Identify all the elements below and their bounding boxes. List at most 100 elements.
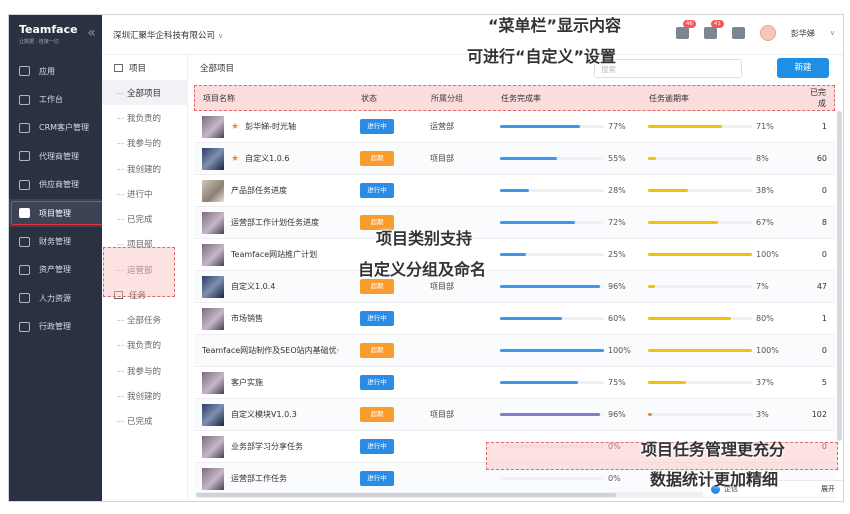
col-done[interactable]: 已完成 — [809, 87, 834, 109]
project-name: 自定义1.0.4 — [231, 282, 276, 291]
col-completion[interactable]: 任务完成率 — [501, 93, 649, 104]
bell-icon[interactable]: 41 — [703, 20, 724, 39]
subnav-item[interactable]: 全部任务 — [102, 307, 187, 332]
sidebar-item-9[interactable]: 行政管理 — [9, 313, 102, 341]
project-group-header[interactable]: 项目 — [102, 55, 187, 80]
done-count: 0 — [821, 186, 827, 195]
project-name-cell[interactable]: 产品部任务进度 — [194, 179, 360, 202]
table-row[interactable]: Teamface网站推广计划 25% 100% 0 — [194, 239, 835, 271]
sidebar-item-5[interactable]: 项目管理 — [9, 198, 106, 228]
overdue-fill — [648, 317, 732, 320]
project-cover — [202, 243, 224, 266]
mail-icon[interactable]: 46 — [675, 20, 696, 39]
overdue-bar — [648, 381, 752, 384]
project-name: 运营部工作计划任务进度 — [231, 218, 319, 227]
collapse-icon[interactable]: « — [87, 25, 96, 41]
search-input[interactable]: 搜索 — [594, 59, 742, 78]
chevron-down-icon[interactable]: ∨ — [830, 29, 835, 37]
subnav-item[interactable]: 已完成 — [102, 409, 187, 434]
crm-icon — [19, 122, 30, 133]
table-row[interactable]: 产品部任务进度 进行中 28% 38% 0 — [194, 175, 835, 207]
subnav-item[interactable]: 我参与的 — [102, 358, 187, 383]
completion-bar — [500, 413, 604, 416]
table-row[interactable]: 自定义模块V1.0.3 超期 项目部 96% 3% 102 — [194, 399, 835, 431]
sidebar-item-label: 财务管理 — [39, 237, 71, 247]
expand-label[interactable]: 展开 — [821, 484, 835, 494]
project-name-cell[interactable]: 运营部工作计划任务进度 — [194, 211, 360, 234]
col-status[interactable]: 状态 — [361, 93, 431, 104]
sidebar-item-4[interactable]: 供应商管理 — [9, 171, 102, 199]
finance-icon — [19, 236, 30, 247]
subnav-item[interactable]: 我参与的 — [102, 131, 187, 156]
project-name-cell[interactable]: Teamface网站推广计划 — [194, 243, 360, 266]
sidebar-item-1[interactable]: 工作台 — [9, 85, 102, 113]
star-icon[interactable]: ★ — [231, 154, 239, 164]
project-name-cell[interactable]: ★ 自定义1.0.6 — [194, 147, 360, 170]
completion-rate: 55% — [608, 154, 626, 163]
book-icon[interactable] — [731, 27, 745, 39]
completion-cell: 55% — [500, 154, 648, 163]
overdue-bar — [648, 221, 752, 224]
username[interactable]: 彭华娣 — [791, 28, 815, 39]
subnav-item[interactable]: 我创建的 — [102, 156, 187, 181]
sidebar-item-2[interactable]: CRM客户管理 — [9, 114, 102, 142]
table-row[interactable]: 运营部工作计划任务进度 超期 72% 67% 8 — [194, 207, 835, 239]
project-name-cell[interactable]: 运营部工作任务 — [194, 467, 360, 490]
overdue-bar — [648, 349, 752, 352]
overdue-fill — [648, 221, 718, 224]
project-name-cell[interactable]: 市场销售 — [194, 307, 360, 330]
project-name-cell[interactable]: 自定义1.0.4 — [194, 275, 360, 298]
company-name: 深圳汇聚华企科技有限公司 — [113, 31, 216, 41]
project-cover — [202, 371, 224, 394]
sidebar-item-0[interactable]: 应用 — [9, 57, 102, 85]
completion-fill — [500, 125, 581, 128]
col-name[interactable]: 项目名称 — [195, 93, 361, 104]
subnav-item[interactable]: 进行中 — [102, 181, 187, 206]
col-group[interactable]: 所属分组 — [431, 93, 501, 104]
table-row[interactable]: 市场销售 进行中 60% 80% 1 — [194, 303, 835, 335]
sidebar-item-7[interactable]: 资产管理 — [9, 256, 102, 284]
completion-bar — [500, 349, 604, 352]
table-row[interactable]: 客户实施 进行中 75% 37% 5 — [194, 367, 835, 399]
status-cell: 超期 — [360, 279, 430, 294]
star-icon[interactable]: ★ — [231, 122, 239, 132]
desktop-icon — [19, 94, 30, 105]
main-content: 全部项目 搜索 新建 项目名称 状态 所属分组 任务完成率 任务逾期率 已完成 … — [188, 55, 843, 501]
subnav-item[interactable]: 已完成 — [102, 206, 187, 231]
project-name-cell[interactable]: 客户实施 — [194, 371, 360, 394]
scroll-thumb[interactable] — [196, 493, 616, 497]
project-cover — [202, 147, 224, 170]
subnav-item[interactable]: 我创建的 — [102, 383, 187, 408]
completion-rate: 60% — [608, 314, 626, 323]
col-overdue[interactable]: 任务逾期率 — [649, 93, 809, 104]
table-row[interactable]: ★ 彭华娣-时光轴 进行中 运营部 77% 71% 1 — [194, 111, 835, 143]
completion-rate: 75% — [608, 378, 626, 387]
company-switcher[interactable]: 深圳汇聚华企科技有限公司 ∨ — [113, 29, 223, 41]
chevron-down-icon: ∨ — [218, 32, 224, 40]
mail-badge: 46 — [682, 20, 696, 28]
avatar[interactable] — [759, 25, 776, 41]
project-name-cell[interactable]: 自定义模块V1.0.3 — [194, 403, 360, 426]
project-name-cell[interactable]: Teamface网站制作及SEO站内基础优· — [194, 345, 360, 356]
new-button[interactable]: 新建 — [777, 58, 829, 78]
vertical-scrollbar[interactable] — [837, 111, 842, 441]
status-cell: 超期 — [360, 407, 430, 422]
project-cover — [202, 115, 224, 138]
subnav-item[interactable]: 我负责的 — [102, 333, 187, 358]
sidebar-item-8[interactable]: 人力资源 — [9, 284, 102, 312]
project-name-cell[interactable]: ★ 彭华娣-时光轴 — [194, 115, 360, 138]
completion-cell: 25% — [500, 250, 648, 259]
table-row[interactable]: 自定义1.0.4 超期 项目部 96% 7% 47 — [194, 271, 835, 303]
asset-icon — [19, 264, 30, 275]
sidebar-item-label: 人力资源 — [39, 293, 71, 303]
subnav-item[interactable]: 全部项目 — [102, 80, 187, 106]
completion-cell: 96% — [500, 282, 648, 291]
table-row[interactable]: ★ 自定义1.0.6 超期 项目部 55% 8% 60 — [194, 143, 835, 175]
table-row[interactable]: Teamface网站制作及SEO站内基础优· 超期 100% 100% 0 — [194, 335, 835, 367]
project-cover — [202, 435, 224, 458]
subnav-item[interactable]: 我负责的 — [102, 105, 187, 130]
project-name-cell[interactable]: 业务部学习分享任务 — [194, 435, 360, 458]
completion-cell: 100% — [500, 346, 648, 355]
sidebar-item-6[interactable]: 财务管理 — [9, 227, 102, 255]
sidebar-item-3[interactable]: 代理商管理 — [9, 142, 102, 170]
